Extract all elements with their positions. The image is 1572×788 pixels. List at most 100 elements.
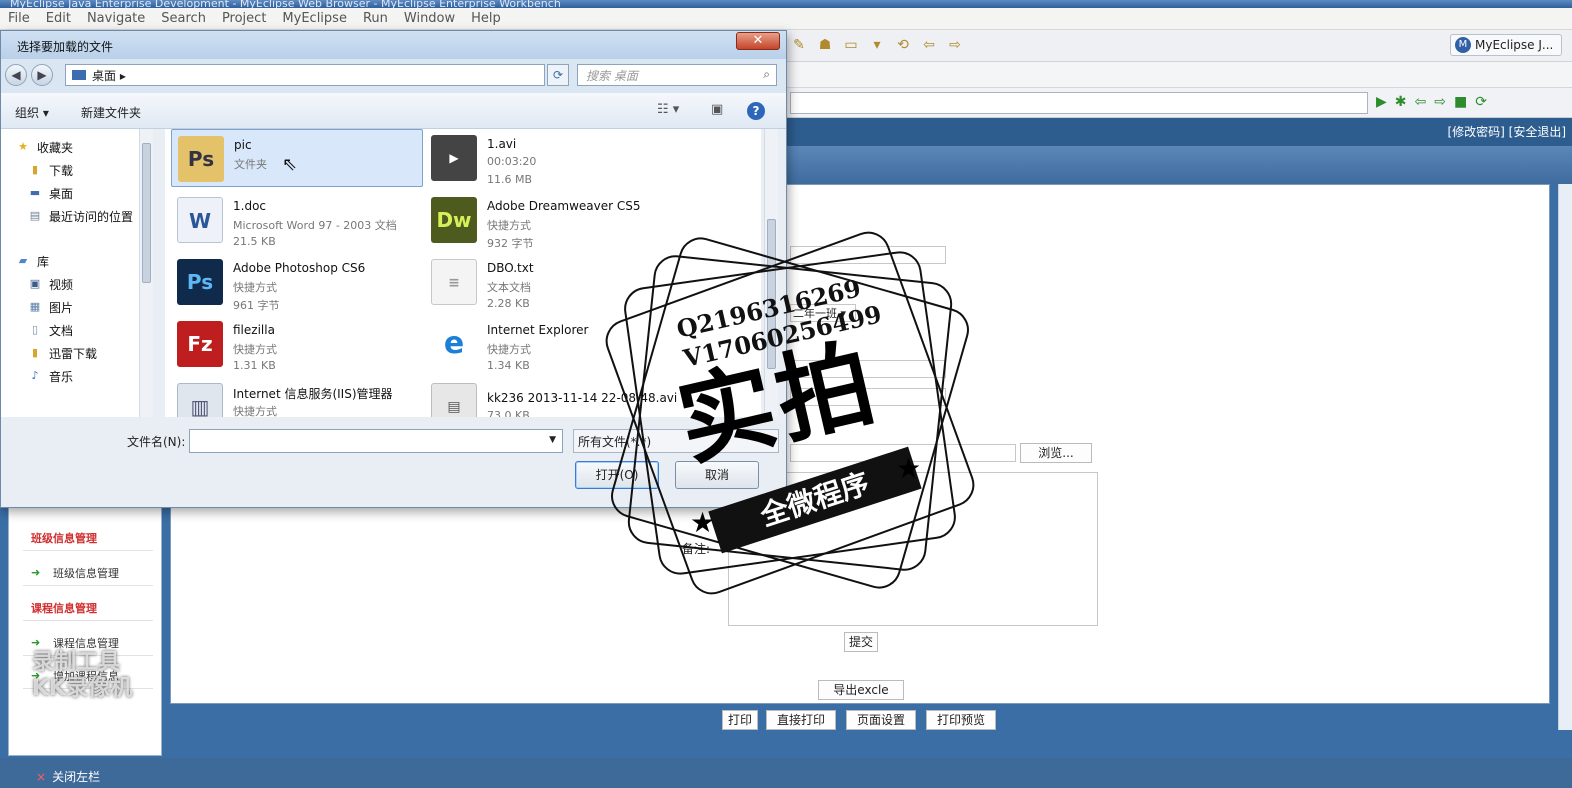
dialog-close-button[interactable]: ✕: [736, 32, 780, 50]
header-links[interactable]: [修改密码] [安全退出]: [1447, 123, 1566, 140]
address-bar[interactable]: 桌面 ▸: [65, 64, 545, 86]
video-icon: ▤: [431, 383, 477, 417]
page-setup-button[interactable]: 页面设置: [846, 710, 916, 730]
nav-pictures[interactable]: ▦ 图片: [27, 297, 73, 317]
file-type: 快捷方式: [487, 343, 531, 356]
class-select[interactable]: 二年一班 ▾: [790, 304, 856, 322]
file-size: 21.5 KB: [233, 235, 276, 248]
nav-libraries[interactable]: ▰ 库: [15, 251, 49, 271]
nav-recent[interactable]: ▤ 最近访问的位置: [27, 206, 133, 226]
nav-downloads[interactable]: ▮ 下载: [27, 160, 73, 180]
print-button[interactable]: 打印: [722, 710, 758, 730]
form-field-2[interactable]: [790, 360, 946, 378]
perspective-label: MyEclipse J...: [1475, 38, 1554, 52]
menu-window[interactable]: Window: [404, 11, 455, 26]
file-list: Ps pic 文件夹 ▶ 1.avi 00:03:20 11.6 MB W 1.…: [165, 129, 761, 417]
nav-scrollbar[interactable]: [139, 129, 153, 417]
forward-icon[interactable]: ▶: [31, 64, 53, 86]
file-name: 1.doc: [233, 199, 267, 213]
forward-arrow-icon[interactable]: ⇨: [946, 36, 964, 54]
menu-help[interactable]: Help: [471, 11, 501, 26]
file-path-field[interactable]: [790, 444, 1016, 462]
nav-xunlei[interactable]: ▮ 迅雷下载: [27, 343, 97, 363]
nav-label: 最近访问的位置: [49, 209, 134, 224]
refresh-icon[interactable]: ⟳: [1475, 94, 1487, 110]
form-field-3[interactable]: [790, 388, 946, 406]
new-folder-button[interactable]: 新建文件夹: [81, 104, 141, 121]
stop-icon[interactable]: ■: [1454, 94, 1467, 110]
file-size: 1.31 KB: [233, 359, 276, 372]
dialog-command-bar: 组织 ▾ 新建文件夹 ☷ ▾ ▣ ?: [1, 93, 786, 129]
file-name: DBO.txt: [487, 261, 534, 275]
browser-back-icon[interactable]: ⇦: [1415, 94, 1427, 110]
ide-menu-bar: File Edit Navigate Search Project MyEcli…: [0, 8, 1572, 30]
go-icon[interactable]: ▶: [1376, 94, 1387, 110]
sidebar-item-class-manage[interactable]: ➜ 班级信息管理: [23, 560, 153, 586]
deploy-icon[interactable]: ✎: [790, 36, 808, 54]
close-sidebar-link[interactable]: 关闭左栏: [52, 770, 100, 784]
file-item-dreamweaver[interactable]: Dw Adobe Dreamweaver CS5 快捷方式 932 字节: [425, 191, 677, 250]
desktop-icon: [72, 70, 86, 80]
search-placeholder: 搜索 桌面: [586, 69, 638, 83]
organize-button[interactable]: 组织 ▾: [15, 104, 49, 121]
cancel-button[interactable]: 取消: [675, 461, 759, 489]
file-item-1avi[interactable]: ▶ 1.avi 00:03:20 11.6 MB: [425, 129, 677, 187]
nav-scroll-thumb[interactable]: [142, 143, 151, 283]
direct-print-button[interactable]: 直接打印: [766, 710, 836, 730]
page-scrollbar[interactable]: [1558, 184, 1572, 730]
nav-label: 下载: [49, 163, 74, 178]
nav-favorites[interactable]: ★ 收藏夹: [15, 137, 73, 157]
bookmark-icon[interactable]: ✱: [1395, 94, 1407, 110]
back-icon[interactable]: ◀: [5, 64, 27, 86]
file-list-scrollbar[interactable]: [764, 129, 778, 417]
file-scroll-thumb[interactable]: [767, 219, 776, 369]
menu-search[interactable]: Search: [161, 11, 206, 26]
search-input[interactable]: 搜索 桌面 ⌕: [577, 64, 777, 86]
filename-input[interactable]: ▼: [189, 429, 563, 453]
preview-pane-icon[interactable]: ▣: [711, 102, 723, 117]
dialog-title: 选择要加载的文件: [17, 40, 114, 54]
refresh-icon[interactable]: ⟳: [547, 64, 569, 86]
toolbar-icons: ✎ ☗ ▭ ▾ ⟲ ⇦ ⇨: [790, 36, 964, 54]
nav-music[interactable]: ♪ 音乐: [27, 366, 73, 386]
file-item-dbotxt[interactable]: ≡ DBO.txt 文本文档 2.28 KB: [425, 253, 677, 311]
export-excel-button[interactable]: 导出excle: [818, 680, 904, 700]
browser-nav-icons: ▶ ✱ ⇦ ⇨ ■ ⟳: [1376, 94, 1487, 110]
menu-project[interactable]: Project: [222, 11, 266, 26]
menu-run[interactable]: Run: [363, 11, 388, 26]
file-item-iis[interactable]: ▥ Internet 信息服务(IIS)管理器 快捷方式: [171, 377, 423, 417]
menu-file[interactable]: File: [8, 11, 30, 26]
filetype-select[interactable]: 所有文件(*.*): [573, 429, 779, 453]
open-button[interactable]: 打开(O): [575, 461, 659, 489]
nav-videos[interactable]: ▣ 视频: [27, 274, 73, 294]
file-name: 1.avi: [487, 137, 517, 151]
chevron-down-icon[interactable]: ▼: [549, 435, 556, 445]
ide-title: MyEclipse Java Enterprise Development - …: [10, 0, 561, 8]
file-item-kk236[interactable]: ▤ kk236 2013-11-14 22-08-48.avi 73.0 KB: [425, 377, 677, 417]
form-field-1[interactable]: [790, 246, 946, 264]
server-icon[interactable]: ☗: [816, 36, 834, 54]
menu-myeclipse[interactable]: MyEclipse: [282, 11, 347, 26]
browser-forward-icon[interactable]: ⇨: [1434, 94, 1446, 110]
menu-edit[interactable]: Edit: [46, 11, 71, 26]
nav-documents[interactable]: ▯ 文档: [27, 320, 73, 340]
print-preview-button[interactable]: 打印预览: [926, 710, 996, 730]
help-icon[interactable]: ?: [747, 102, 765, 120]
toolbar-dropdown-icon[interactable]: ▾: [868, 36, 886, 54]
browse-button[interactable]: 浏览...: [1020, 443, 1092, 463]
menu-navigate[interactable]: Navigate: [87, 11, 145, 26]
nav-desktop[interactable]: ▬ 桌面: [27, 183, 73, 203]
view-options-icon[interactable]: ☷ ▾: [657, 102, 679, 117]
history-icon[interactable]: ⟲: [894, 36, 912, 54]
file-item-ie[interactable]: e Internet Explorer 快捷方式 1.34 KB: [425, 315, 677, 373]
perspective-button[interactable]: M MyEclipse J...: [1450, 34, 1563, 56]
file-item-filezilla[interactable]: Fz filezilla 快捷方式 1.31 KB: [171, 315, 423, 373]
nav-label: 图片: [49, 300, 74, 315]
back-arrow-icon[interactable]: ⇦: [920, 36, 938, 54]
submit-button[interactable]: 提交: [844, 632, 878, 652]
open-folder-icon[interactable]: ▭: [842, 36, 860, 54]
browser-url-input[interactable]: [790, 92, 1368, 114]
file-item-1doc[interactable]: W 1.doc Microsoft Word 97 - 2003 文档 21.5…: [171, 191, 423, 249]
file-open-dialog: 选择要加载的文件 ✕ ◀ ▶ 桌面 ▸ ⟳ 搜索 桌面 ⌕ 组织 ▾ 新建文件夹 …: [0, 30, 787, 508]
file-item-photoshop[interactable]: Ps Adobe Photoshop CS6 快捷方式 961 字节: [171, 253, 423, 312]
